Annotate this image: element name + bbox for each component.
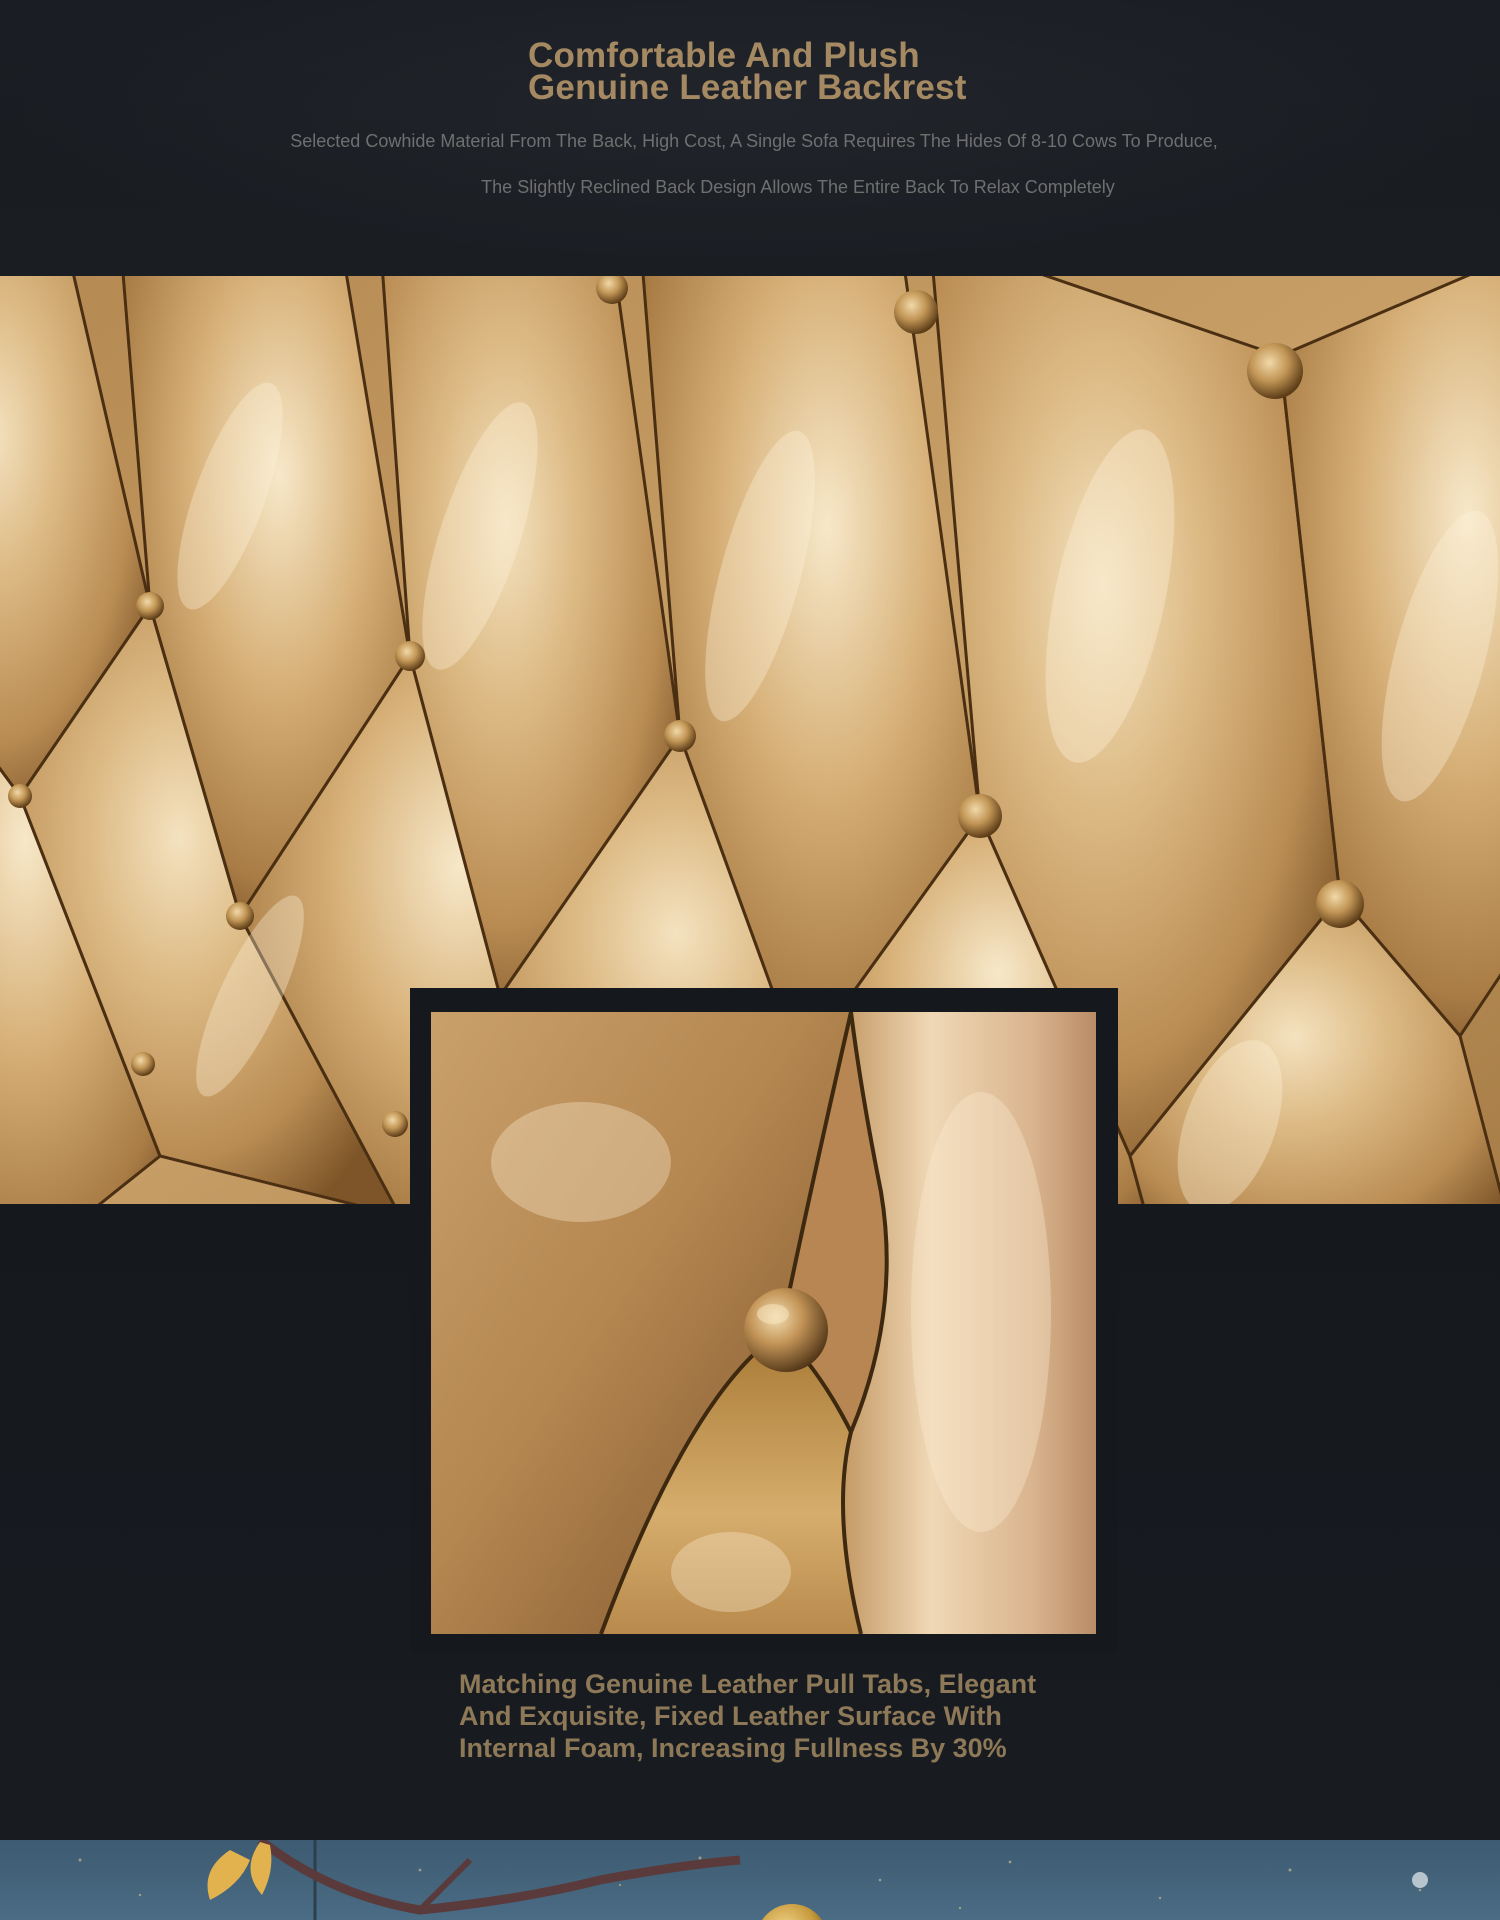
caption-line-2: And Exquisite, Fixed Leather Surface Wit… [459,1701,1002,1731]
header-section: Comfortable And Plush Genuine Leather Ba… [0,0,1500,276]
feature-caption: Matching Genuine Leather Pull Tabs, Eleg… [459,1668,1099,1764]
subtitle-line-2: The Slightly Reclined Back Design Allows… [481,177,1115,197]
floral-decor-strip [0,1840,1500,1920]
caption-line-1: Matching Genuine Leather Pull Tabs, Eleg… [459,1669,1037,1699]
page-title: Comfortable And Plush Genuine Leather Ba… [528,38,1048,107]
title-line-2: Genuine Leather Backrest [528,68,967,107]
leather-button-closeup-image [431,1012,1096,1634]
subtitle-line-1: Selected Cowhide Material From The Back,… [290,131,1218,151]
caption-line-3: Internal Foam, Increasing Fullness By 30… [459,1733,1007,1763]
